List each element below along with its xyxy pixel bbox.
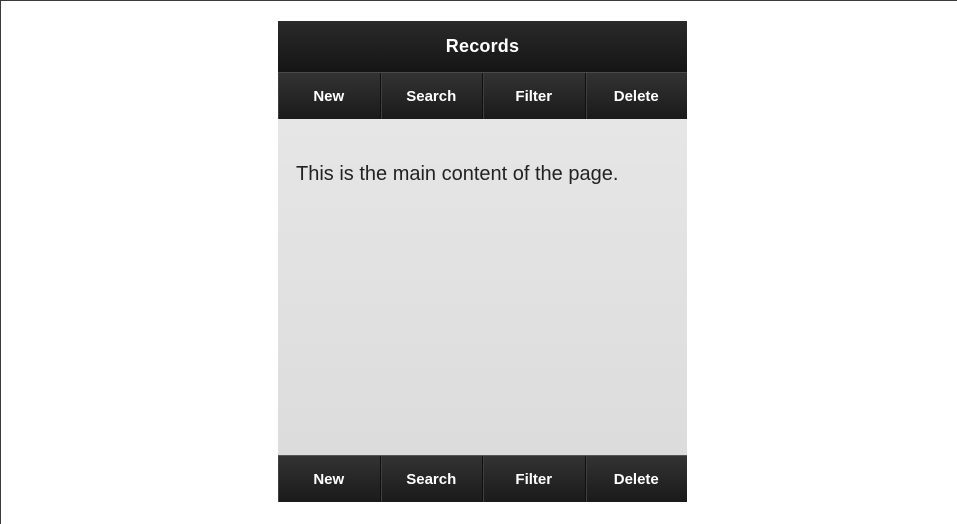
top-navbar: New Search Filter Delete [278, 72, 687, 119]
bottom-delete-button[interactable]: Delete [586, 456, 688, 502]
bottom-new-button[interactable]: New [278, 456, 381, 502]
top-delete-button[interactable]: Delete [586, 73, 688, 119]
page-title: Records [445, 36, 520, 56]
top-new-button[interactable]: New [278, 73, 381, 119]
top-search-button[interactable]: Search [381, 73, 483, 119]
main-content: This is the main content of the page. [278, 119, 687, 455]
top-filter-button[interactable]: Filter [483, 73, 586, 119]
page-header: Records [278, 21, 687, 72]
bottom-search-button[interactable]: Search [381, 456, 483, 502]
bottom-filter-button[interactable]: Filter [483, 456, 586, 502]
main-content-text: This is the main content of the page. [296, 163, 619, 185]
mobile-page: Records New Search Filter Delete This is… [278, 21, 687, 502]
bottom-navbar: New Search Filter Delete [278, 455, 687, 502]
